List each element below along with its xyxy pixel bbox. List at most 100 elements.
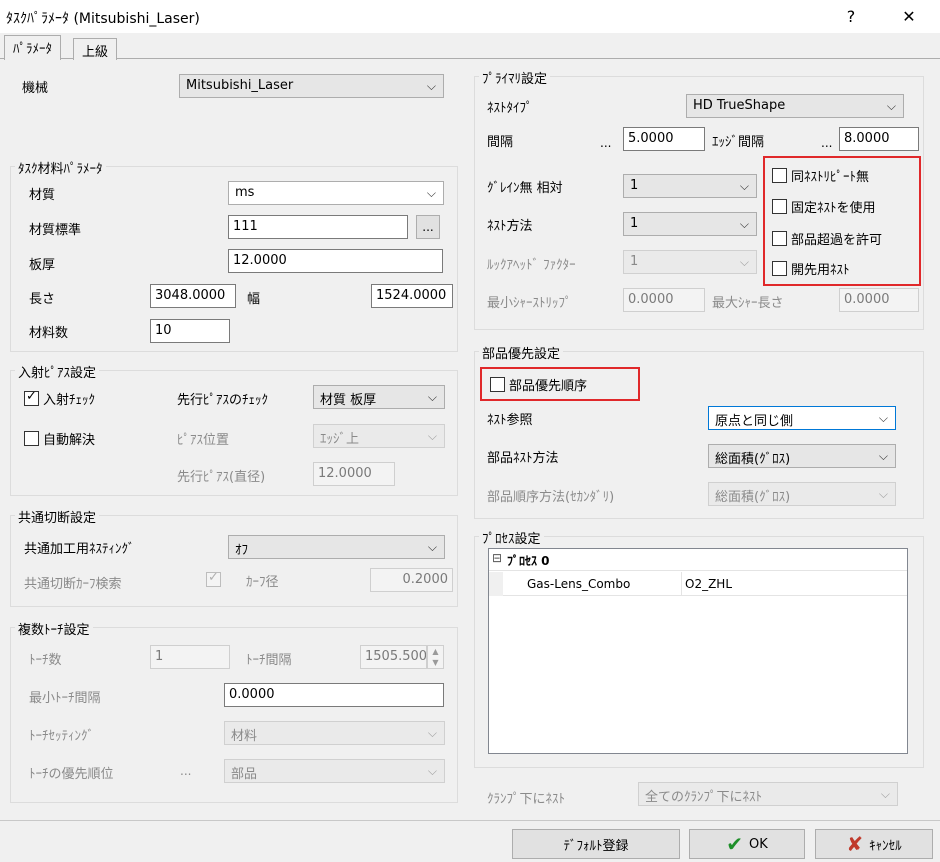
spinner-arrows-icon[interactable]: ▲ ▼ [427,645,444,669]
common-nesting-select[interactable]: ｵﾌ ⌵ [228,535,445,559]
multi-torch-title: 複数ﾄｰﾁ設定 [15,619,93,638]
common-cut-group [10,515,458,607]
cancel-label: ｷｬﾝｾﾙ [869,838,902,854]
lookahead-select[interactable]: 1 ⌵ [623,250,757,274]
width-field[interactable]: 1524.0000 [371,284,453,308]
option-no-repeat-label: 同ﾈｽﾄﾘﾋﾟｰﾄ無 [791,170,870,185]
option-bevel-nest-checkbox[interactable] [772,261,787,276]
process-tree-root-label: ﾌﾟﾛｾｽ 0 [507,554,550,568]
material-standard-field[interactable]: 111 [228,215,408,239]
option-bevel-nest-row[interactable]: 開先用ﾈｽﾄ [772,259,850,278]
option-fixed-nest-label: 固定ﾈｽﾄを使用 [791,201,876,216]
process-tree-root-row[interactable]: ⊟ ﾌﾟﾛｾｽ 0 [489,549,907,571]
nest-method-select[interactable]: 1 ⌵ [623,212,757,236]
nest-type-select[interactable]: HD TrueShape ⌵ [686,94,904,118]
grain-select[interactable]: 1 ⌵ [623,174,757,198]
collapse-icon[interactable]: ⊟ [492,551,502,565]
pre-pierce-diameter-label: 先行ﾋﾟｱｽ(直径) [177,470,266,485]
part-order-row[interactable]: 部品優先順序 [490,375,587,394]
pierce-position-label: ﾋﾟｱｽ位置 [177,433,230,448]
save-default-label: ﾃﾞﾌｫﾙﾄ登録 [563,838,629,854]
part-nest-method-select[interactable]: 総面積(ｸﾞﾛｽ) ⌵ [708,444,896,468]
nest-type-value: HD TrueShape [693,98,786,113]
ok-label: OK [749,836,768,852]
pierce-position-value: ｴｯｼﾞ上 [320,432,360,447]
close-button[interactable]: ✕ [886,0,932,33]
edge-spacing-field[interactable]: 8.0000 [839,127,919,151]
auto-resolve-checkbox[interactable] [24,431,39,446]
auto-resolve-row[interactable]: 自動解決 [24,429,95,448]
min-shear-field[interactable]: 0.0000 [623,288,705,312]
torch-setting-label: ﾄｰﾁｾｯﾃｨﾝｸﾞ [29,729,94,744]
option-fixed-nest-checkbox[interactable] [772,199,787,214]
spacing-ellipsis[interactable]: ... [600,136,611,150]
spacing-field[interactable]: 5.0000 [623,127,705,151]
tab-parameters[interactable]: ﾊﾟﾗﾒｰﾀ [4,35,61,60]
pierce-checkbox[interactable]: ✓ [24,389,39,406]
chevron-down-icon: ⌵ [427,764,437,778]
max-shear-field[interactable]: 0.0000 [839,288,919,312]
chevron-down-icon: ⌵ [878,487,888,501]
min-shear-label: 最小ｼｬｰｽﾄﾘｯﾌﾟ [487,296,572,311]
pre-pierce-check-select[interactable]: 材質 板厚 ⌵ [313,385,445,409]
pierce-check-label: 入射ﾁｪｯｸ [43,393,96,408]
option-allow-overrun-checkbox[interactable] [772,231,787,246]
part-priority-title: 部品優先設定 [479,343,564,362]
machine-label: 機械 [22,81,49,96]
pre-pierce-diameter-field[interactable]: 12.0000 [313,462,395,486]
nest-reference-label: ﾈｽﾄ参照 [487,413,533,428]
part-order-method-select[interactable]: 総面積(ｸﾞﾛｽ) ⌵ [708,482,896,506]
common-nesting-value: ｵﾌ [235,543,248,558]
torch-setting-select[interactable]: 材料 ⌵ [224,721,445,745]
kerf-search-label: 共通切断ｶｰﾌ検索 [24,577,122,592]
option-fixed-nest-row[interactable]: 固定ﾈｽﾄを使用 [772,197,876,216]
machine-select[interactable]: Mitsubishi_Laser ⌵ [179,74,444,98]
length-field[interactable]: 3048.0000 [150,284,236,308]
spacing-label: 間隔 [487,135,514,150]
kerf-search-checkbox[interactable]: ✓ [206,570,221,587]
pierce-position-select[interactable]: ｴｯｼﾞ上 ⌵ [313,424,445,448]
process-tree[interactable]: ⊟ ﾌﾟﾛｾｽ 0 Gas-Lens_Combo O2_ZHL [488,548,908,754]
max-shear-label: 最大ｼｬｰ長さ [712,296,784,311]
min-torch-spacing-field[interactable]: 0.0000 [224,683,444,707]
process-value-cell: O2_ZHL [685,577,733,591]
option-allow-overrun-label: 部品超過を許可 [791,233,883,248]
part-order-label: 部品優先順序 [509,379,588,394]
ok-button[interactable]: ✔ OK [689,829,805,859]
ok-check-icon: ✔ [726,832,743,856]
tab-advanced[interactable]: 上級 [73,38,118,60]
title-bar: ﾀｽｸﾊﾟﾗﾒｰﾀ (Mitsubishi_Laser) ? ✕ [0,0,940,33]
material-select[interactable]: ms ⌵ [228,181,444,205]
part-nest-method-value: 総面積(ｸﾞﾛｽ) [715,452,791,467]
nest-reference-select[interactable]: 原点と同じ側 ⌵ [708,406,896,430]
pierce-check-row[interactable]: ✓ 入射ﾁｪｯｸ [24,389,95,408]
help-button[interactable]: ? [828,0,874,33]
chevron-down-icon: ⌵ [427,726,437,740]
torch-spacing-label: ﾄｰﾁ間隔 [246,653,292,668]
thickness-label: 板厚 [29,258,56,273]
option-no-repeat-checkbox[interactable] [772,168,787,183]
cancel-button[interactable]: ✘ ｷｬﾝｾﾙ [815,829,933,859]
length-label: 長さ [29,292,56,307]
process-tree-row[interactable]: Gas-Lens_Combo O2_ZHL [489,572,907,596]
material-count-field[interactable]: 10 [150,319,230,343]
clamp-label: ｸﾗﾝﾌﾟ下にﾈｽﾄ [487,792,566,807]
option-no-repeat-row[interactable]: 同ﾈｽﾄﾘﾋﾟｰﾄ無 [772,166,869,185]
thickness-field[interactable]: 12.0000 [228,249,443,273]
edge-spacing-ellipsis[interactable]: ... [821,136,832,150]
save-default-button[interactable]: ﾃﾞﾌｫﾙﾄ登録 [512,829,680,859]
torch-priority-select[interactable]: 部品 ⌵ [224,759,445,783]
kerf-field[interactable]: 0.2000 [370,568,453,592]
auto-resolve-label: 自動解決 [43,433,96,448]
torch-count-field[interactable]: 1 [150,645,230,669]
material-standard-browse-button[interactable]: ... [416,215,440,239]
torch-setting-value: 材料 [231,729,258,744]
torch-priority-label: ﾄｰﾁの優先順位 [29,767,114,782]
torch-priority-ellipsis[interactable]: ... [180,764,191,778]
task-material-title: ﾀｽｸ材料ﾊﾟﾗﾒｰﾀ [15,158,106,177]
option-allow-overrun-row[interactable]: 部品超過を許可 [772,229,882,248]
torch-spacing-field[interactable]: 1505.5000 [360,645,427,669]
part-order-checkbox[interactable] [490,377,505,392]
chevron-down-icon: ⌵ [427,390,437,404]
clamp-select[interactable]: 全てのｸﾗﾝﾌﾟ下にﾈｽﾄ ⌵ [638,782,898,806]
